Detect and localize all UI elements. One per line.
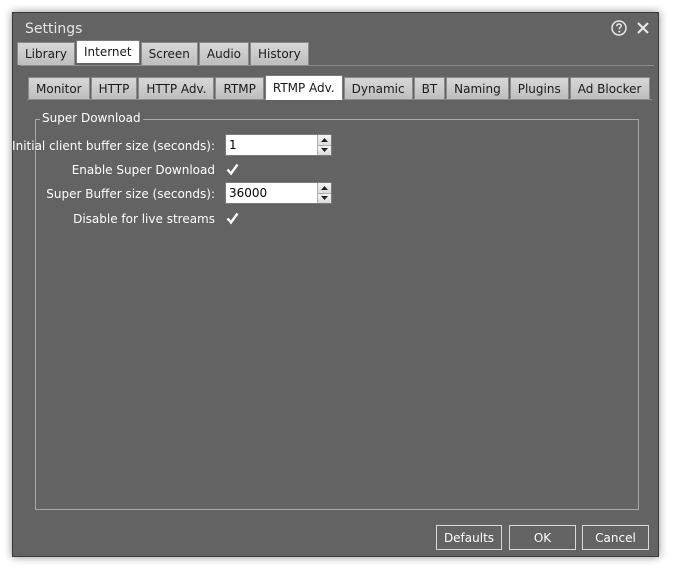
tab-audio[interactable]: Audio [198,42,249,65]
tab-internet[interactable]: Internet [75,40,140,63]
spin-up-icon[interactable] [318,183,331,193]
title-bar: Settings [13,13,658,43]
tab-ad-blocker[interactable]: Ad Blocker [569,77,650,99]
tab-screen[interactable]: Screen [140,42,198,65]
checkmark-icon [226,163,239,176]
super-buffer-spinner[interactable] [225,182,332,204]
tab-http-adv[interactable]: HTTP Adv. [138,77,215,99]
tab-library[interactable]: Library [17,42,75,65]
initial-buffer-spinner[interactable] [225,134,332,156]
initial-buffer-input[interactable] [226,135,317,155]
tab-plugins[interactable]: Plugins [509,77,569,99]
super-download-group [35,119,639,510]
tab-naming[interactable]: Naming [446,77,509,99]
enable-super-download-checkbox[interactable] [226,163,239,176]
internet-tab-bar: Monitor HTTP HTTP Adv. RTMP RTMP Adv. Dy… [28,75,650,100]
checkmark-icon [226,212,239,225]
super-buffer-label: Super Buffer size (seconds): [46,187,215,201]
spin-down-icon[interactable] [318,192,331,203]
tab-bt[interactable]: BT [413,77,446,99]
enable-super-download-label: Enable Super Download [71,163,215,177]
tab-rtmp-adv[interactable]: RTMP Adv. [264,75,343,100]
super-buffer-input[interactable] [226,183,317,203]
tab-dynamic[interactable]: Dynamic [343,77,413,99]
defaults-button[interactable]: Defaults [436,525,502,550]
close-icon[interactable] [635,20,651,36]
disable-live-streams-checkbox[interactable] [226,212,239,225]
disable-live-streams-label: Disable for live streams [73,212,215,226]
tab-monitor[interactable]: Monitor [28,77,90,99]
super-buffer-spin-buttons [317,183,331,203]
super-download-group-label: Super Download [40,111,143,125]
initial-buffer-spin-buttons [317,135,331,155]
spin-up-icon[interactable] [318,135,331,145]
cancel-button[interactable]: Cancel [582,525,649,550]
tab-http[interactable]: HTTP [90,77,138,99]
tab-history[interactable]: History [250,42,309,65]
spin-down-icon[interactable] [318,144,331,155]
initial-buffer-label: Initial client buffer size (seconds): [12,139,215,153]
main-tab-bar: Library Internet Screen Audio History [17,40,309,65]
tab-rtmp[interactable]: RTMP [215,77,264,99]
help-icon[interactable] [611,20,627,36]
window-title: Settings [25,21,83,37]
ok-button[interactable]: OK [509,525,576,550]
settings-window: Settings Library Internet Screen Audio H… [12,12,659,557]
